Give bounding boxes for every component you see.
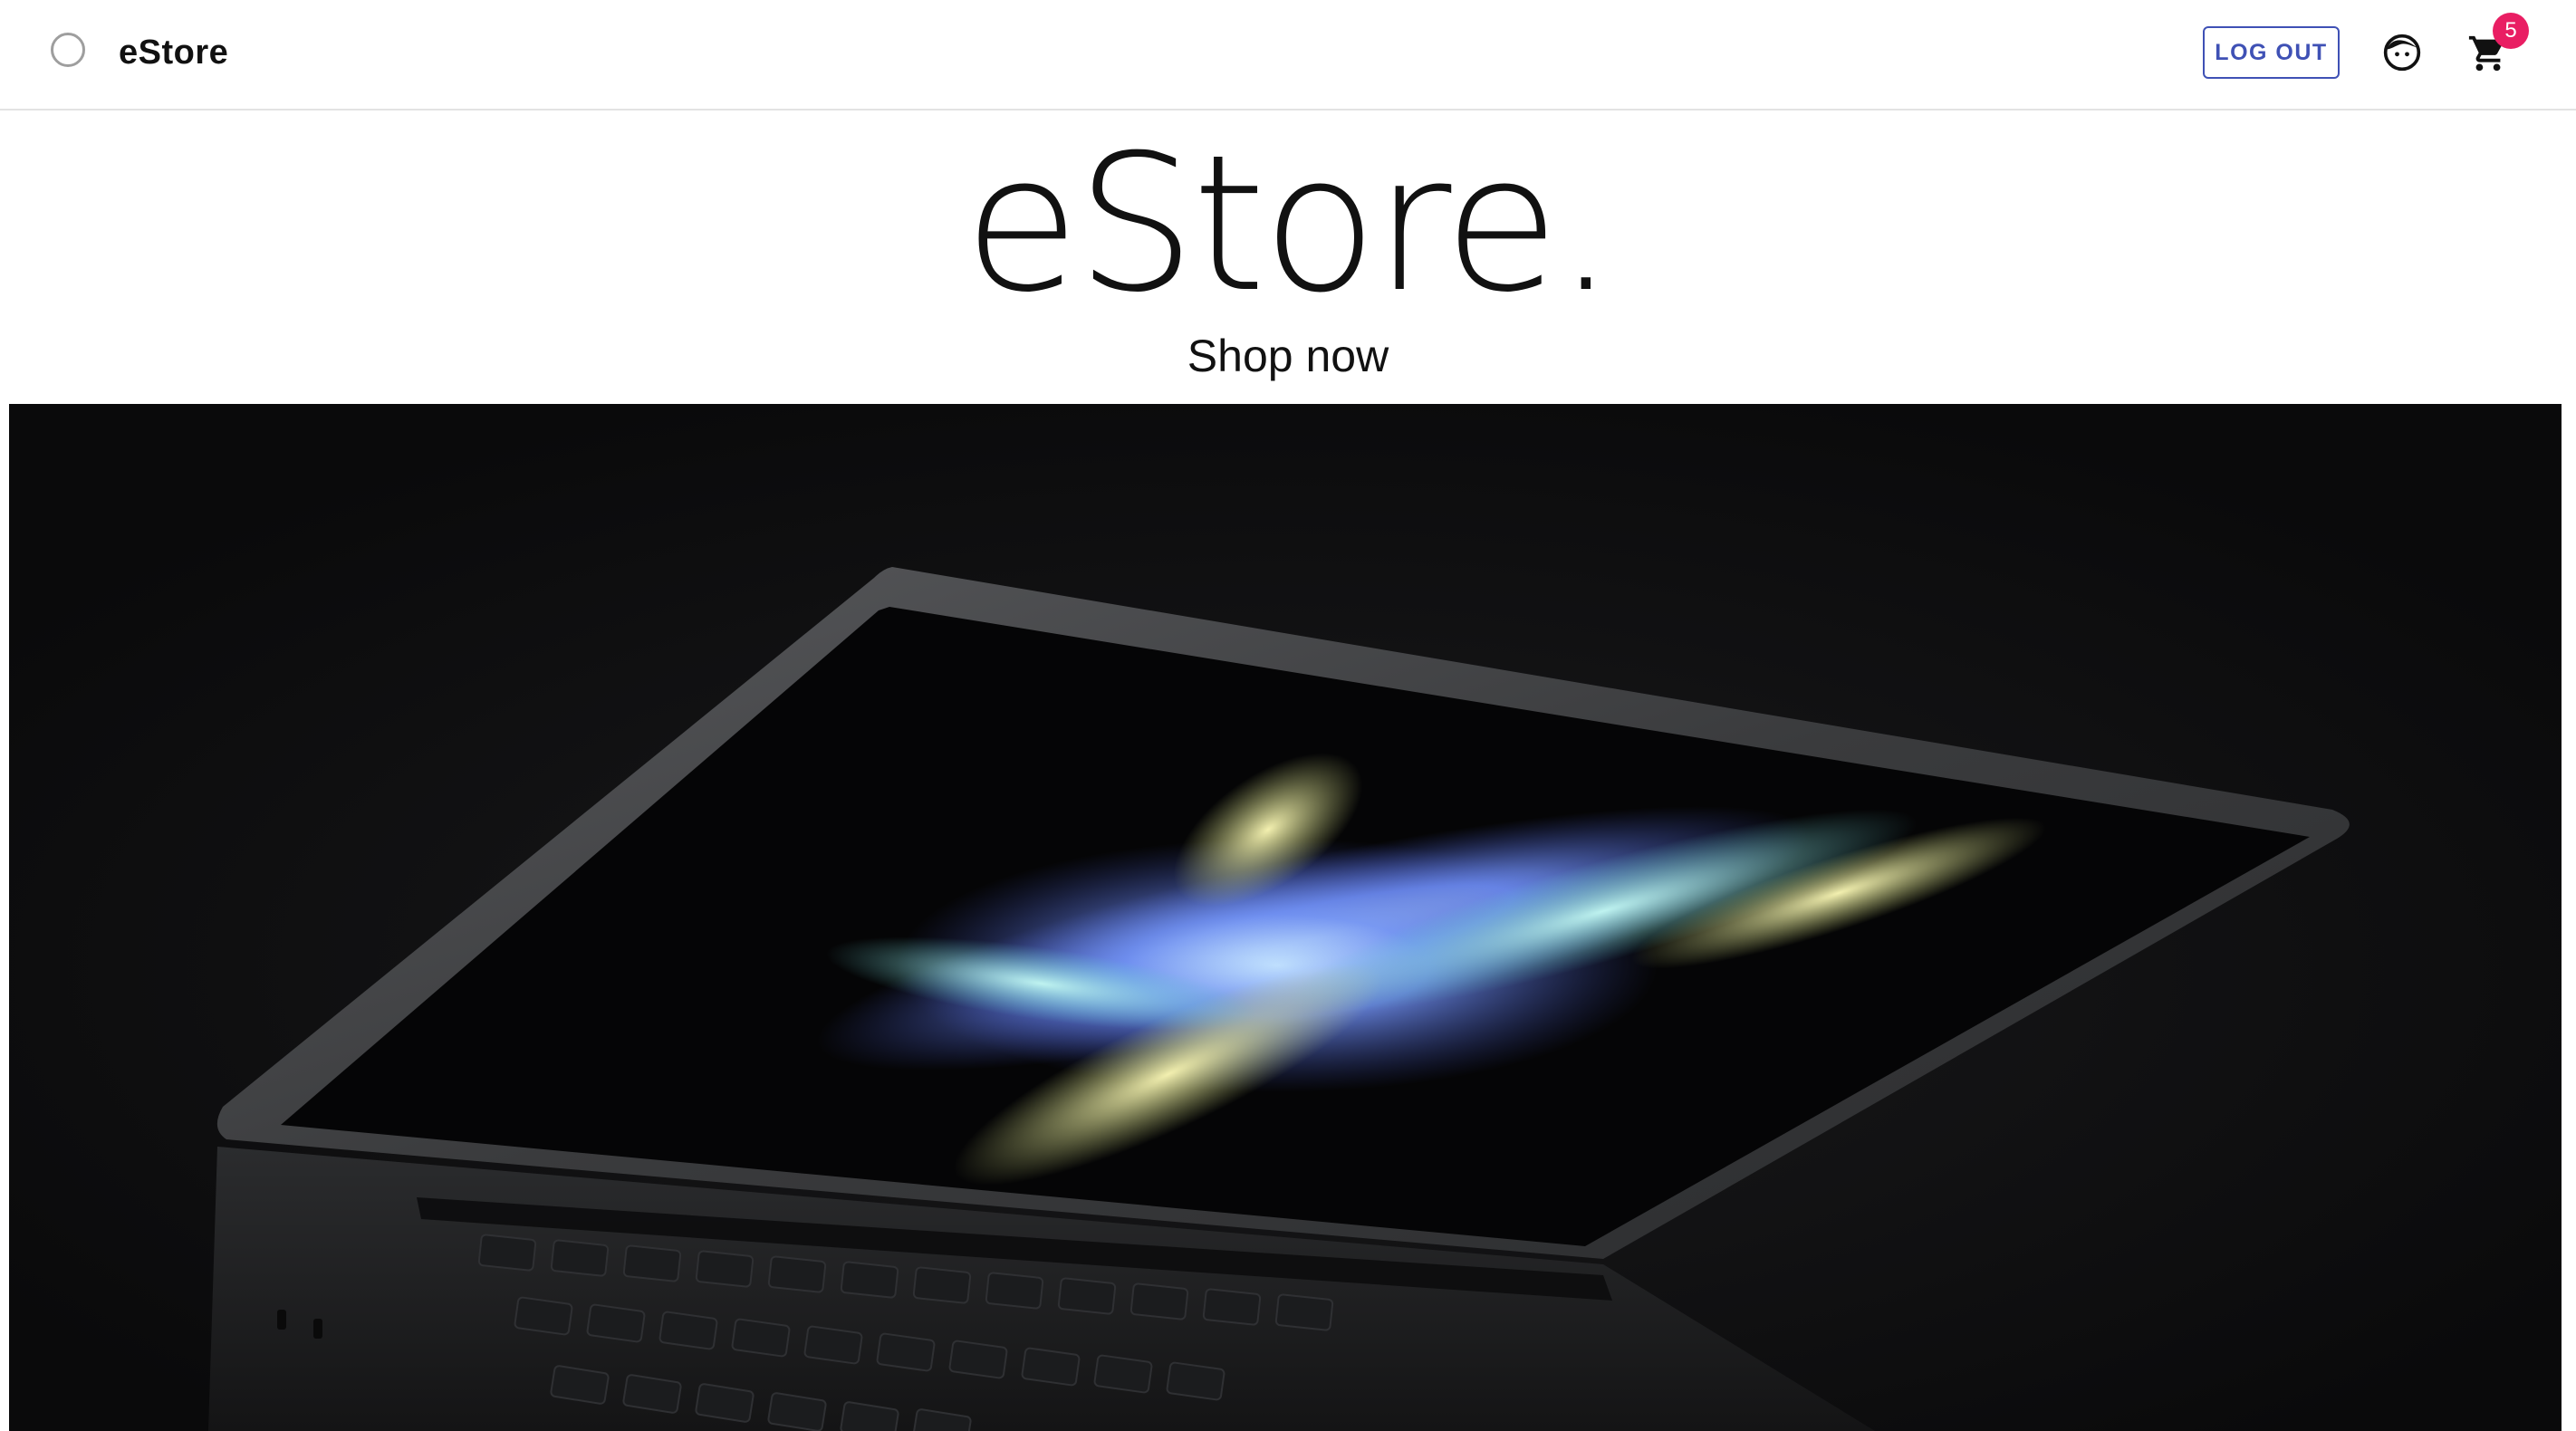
hero-subtitle[interactable]: Shop now [0, 326, 2576, 386]
circle-logo-icon[interactable] [51, 33, 85, 67]
app-bar: eStore LOG OUT 5 [0, 0, 2576, 110]
logout-button[interactable]: LOG OUT [2203, 26, 2340, 79]
brand-title[interactable]: eStore [119, 30, 228, 75]
face-icon[interactable] [2382, 33, 2422, 72]
laptop-image[interactable] [9, 404, 2562, 1431]
hero-title: eStore. [964, 115, 1616, 334]
cart-count-badge: 5 [2493, 13, 2529, 49]
